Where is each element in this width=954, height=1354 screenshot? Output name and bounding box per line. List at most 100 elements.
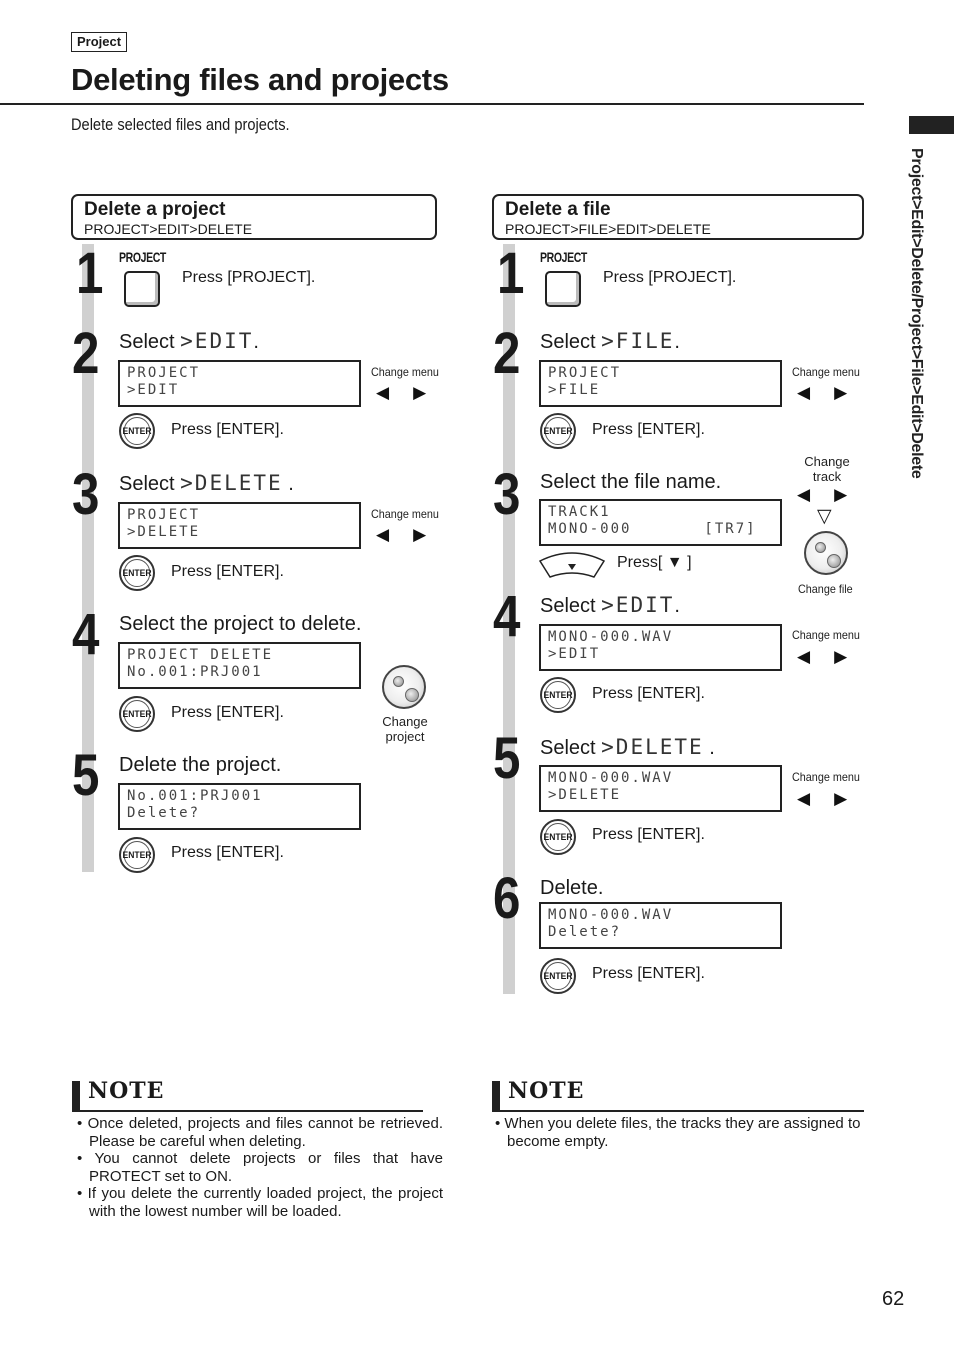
select-label: Select <box>119 473 175 495</box>
lcd-display: MONO-000.WAV >EDIT <box>539 624 782 671</box>
section-title: Delete a project <box>84 199 226 220</box>
lcd-line: MONO-000.WAV <box>548 907 674 923</box>
change-file-label: Change file <box>798 582 853 596</box>
enter-label: ENTER <box>544 417 573 445</box>
enter-label: ENTER <box>544 962 573 990</box>
step-instruction: Press [ENTER]. <box>592 826 705 843</box>
change-menu-label: Change menu <box>792 365 860 379</box>
enter-label: ENTER <box>123 559 152 587</box>
project-button-icon <box>124 271 160 307</box>
lcd-line: >EDIT <box>548 646 601 662</box>
enter-button-icon: ENTER <box>119 413 155 449</box>
lcd-line: PROJECT <box>548 365 622 381</box>
lcd-line: MONO-000 [TR7] <box>548 521 757 537</box>
enter-button-icon: ENTER <box>540 958 576 994</box>
note-body: • Once deleted, projects and files canno… <box>72 1115 443 1220</box>
step-title: Select >DELETE . <box>540 735 715 759</box>
change-menu-label: Change menu <box>371 365 439 379</box>
enter-button-icon: ENTER <box>119 696 155 732</box>
enter-button-icon: ENTER <box>119 555 155 591</box>
label-line: Change <box>804 454 850 469</box>
step-instruction: Press [ENTER]. <box>592 685 705 702</box>
lcd-display: PROJECT >DELETE <box>118 502 361 549</box>
enter-label: ENTER <box>123 841 152 869</box>
step-instruction: Press [ENTER]. <box>592 965 705 982</box>
label-line: track <box>812 469 842 484</box>
note-item: • Once deleted, projects and files canno… <box>77 1115 443 1150</box>
step-number: 1 <box>76 241 103 306</box>
change-menu-label: Change menu <box>371 507 439 521</box>
lcd-line: TRACK1 <box>548 504 611 520</box>
note-divider <box>492 1110 864 1112</box>
step-instruction: Press [ENTER]. <box>171 563 284 580</box>
down-hollow-arrow-icon: ▽ <box>817 506 832 527</box>
enter-button-icon: ENTER <box>540 819 576 855</box>
left-right-arrow-icons: ◀▶ <box>797 789 871 809</box>
lcd-display: TRACK1 MONO-000 [TR7] <box>539 499 782 546</box>
dial-icon <box>804 531 848 575</box>
lcd-line: PROJECT DELETE <box>127 647 274 663</box>
note-divider <box>72 1110 423 1112</box>
step-instruction: Press[ ▼ ] <box>617 554 692 571</box>
left-arrow-icon: ◀ <box>797 383 835 402</box>
step-number: 2 <box>72 321 99 386</box>
page-number: 62 <box>882 1288 905 1310</box>
step-instruction: Press [ENTER]. <box>171 704 284 721</box>
lcd-line: MONO-000.WAV <box>548 770 674 786</box>
step-number: 4 <box>493 584 520 649</box>
lcd-line: No.001:PRJ001 <box>127 788 263 804</box>
step-title: Select >DELETE . <box>119 471 294 495</box>
select-label: Select <box>540 595 596 617</box>
right-arrow-icon: ▶ <box>834 647 872 666</box>
step-title: Select >EDIT. <box>119 329 259 353</box>
right-arrow-icon: ▶ <box>413 383 451 402</box>
note-bar <box>492 1081 500 1111</box>
down-cursor-key-icon <box>538 552 606 578</box>
section-header-delete-file: Delete a file PROJECT>FILE>EDIT>DELETE <box>492 194 864 240</box>
select-label: Select <box>119 331 175 353</box>
step-title: Select the project to delete. <box>119 613 362 635</box>
enter-label: ENTER <box>544 681 573 709</box>
note-heading: NOTE <box>88 1078 165 1104</box>
select-label: Select <box>540 331 596 353</box>
section-menu-path: PROJECT>FILE>EDIT>DELETE <box>505 221 711 237</box>
left-right-arrow-icons: ◀▶ <box>376 383 450 403</box>
note-item: • You cannot delete projects or files th… <box>77 1150 443 1185</box>
step-number: 6 <box>493 866 520 931</box>
lcd-line: No.001:PRJ001 <box>127 664 263 680</box>
chapter-tag: Project <box>71 32 128 52</box>
lcd-line: PROJECT <box>127 365 201 381</box>
enter-button-icon: ENTER <box>119 837 155 873</box>
dial-icon <box>382 665 426 709</box>
section-title: Delete a file <box>505 199 611 220</box>
side-menu-path: Project>Edit>Delete/Project>File>Edit>De… <box>908 148 925 479</box>
side-index-tab <box>909 116 954 134</box>
lcd-line: >DELETE <box>127 524 201 540</box>
lcd-display: MONO-000.WAV Delete? <box>539 902 782 949</box>
step-title: Select the file name. <box>540 471 722 493</box>
note-item: • When you delete files, the tracks they… <box>495 1115 861 1150</box>
section-menu-path: PROJECT>EDIT>DELETE <box>84 221 253 237</box>
step-number: 3 <box>72 462 99 527</box>
right-arrow-icon: ▶ <box>834 485 872 504</box>
left-arrow-icon: ◀ <box>797 485 835 504</box>
lcd-line: Delete? <box>127 805 201 821</box>
step-instruction: Press [ENTER]. <box>592 421 705 438</box>
enter-label: ENTER <box>123 700 152 728</box>
enter-label: ENTER <box>544 823 573 851</box>
left-right-arrow-icons: ◀▶ <box>797 647 871 667</box>
left-right-arrow-icons: ◀▶ <box>797 485 871 505</box>
title-divider <box>0 103 864 105</box>
step-number: 5 <box>72 743 99 808</box>
lcd-menu-word: >DELETE <box>601 735 704 759</box>
step-number: 3 <box>493 462 520 527</box>
lcd-display: PROJECT >EDIT <box>118 360 361 407</box>
lcd-menu-word: >EDIT <box>180 329 254 353</box>
lcd-display: PROJECT DELETE No.001:PRJ001 <box>118 642 361 689</box>
step-number: 2 <box>493 321 520 386</box>
step-title: Delete. <box>540 877 604 899</box>
lcd-menu-word: >DELETE <box>180 471 283 495</box>
lcd-menu-word: >FILE <box>601 329 675 353</box>
note-body: • When you delete files, the tracks they… <box>490 1115 868 1150</box>
change-track-label: Change track <box>800 454 854 484</box>
